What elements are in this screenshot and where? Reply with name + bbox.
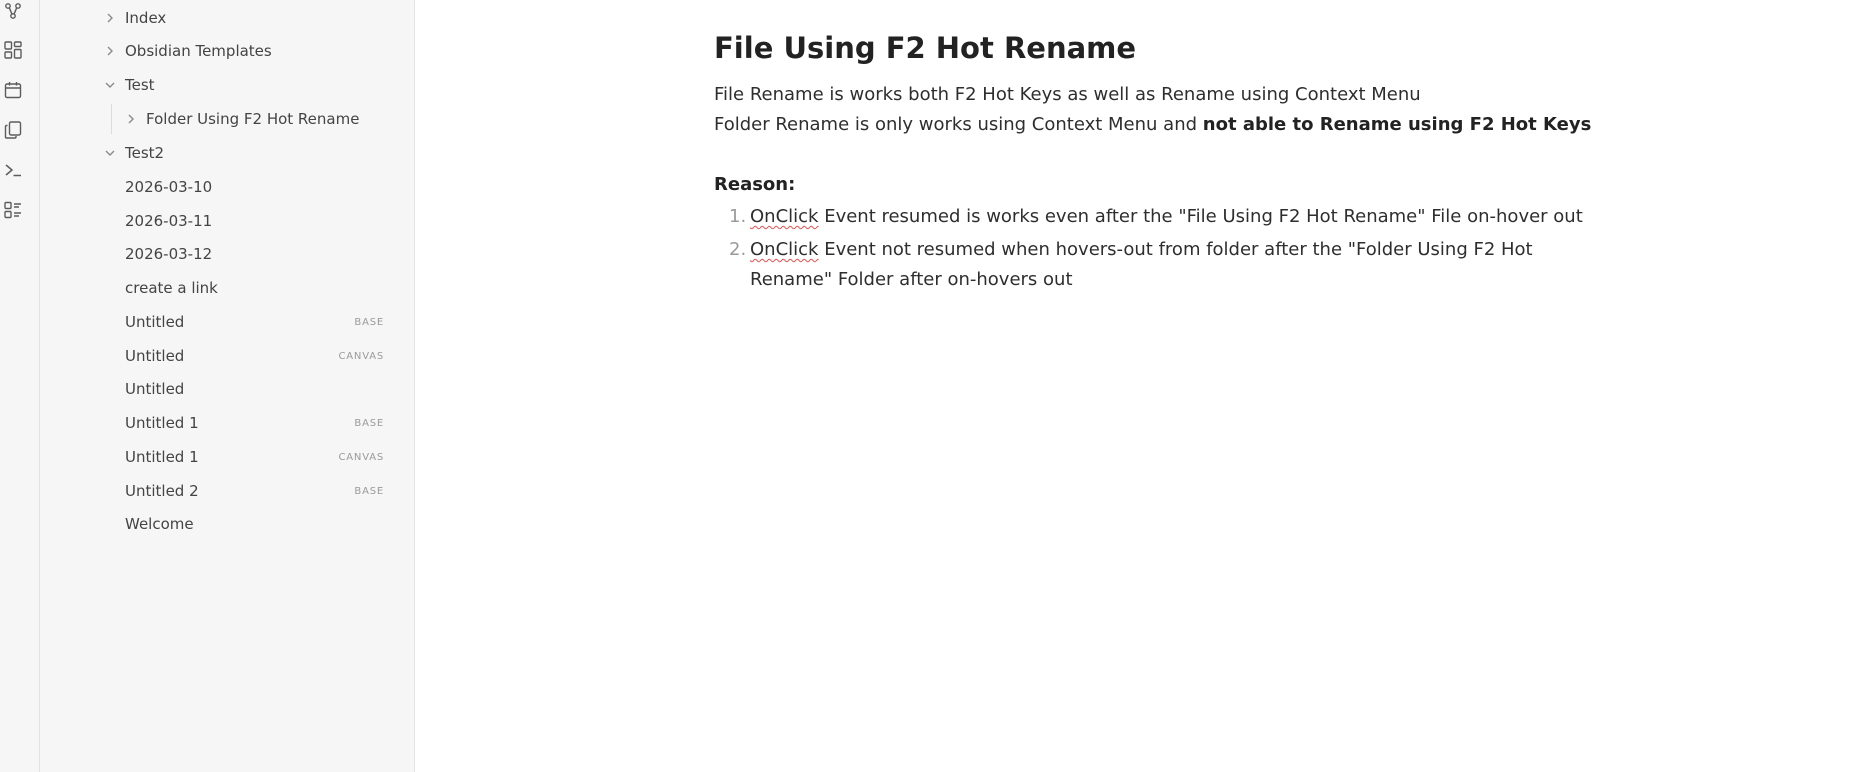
tree-item-label: Welcome bbox=[125, 515, 194, 533]
file-item[interactable]: Untitled BASE bbox=[40, 308, 406, 336]
reason-heading-text: Reason: bbox=[714, 174, 796, 195]
file-item[interactable]: Welcome bbox=[40, 510, 406, 538]
tree-item-label: Index bbox=[125, 9, 167, 27]
obsidian-window: Index Obsidian Templates Test Folder Usi… bbox=[0, 0, 1860, 772]
file-type-badge: BASE bbox=[354, 316, 384, 328]
list-item[interactable]: 1. OnClick Event resumed is works even af… bbox=[714, 202, 1614, 232]
tree-item-label: Untitled bbox=[125, 347, 185, 365]
tree-item-label: Obsidian Templates bbox=[125, 42, 272, 60]
file-item[interactable]: create a link bbox=[40, 274, 406, 302]
list-item-text: Event not resumed when hovers-out from f… bbox=[750, 239, 1533, 290]
tree-item-label: Untitled 1 bbox=[125, 414, 199, 432]
paragraph-line-1[interactable]: File Rename is works both F2 Hot Keys as… bbox=[714, 80, 1614, 110]
paragraph-line-2[interactable]: Folder Rename is only works using Contex… bbox=[714, 110, 1614, 140]
list-number: 2. bbox=[729, 239, 747, 260]
file-item[interactable]: Untitled 1 BASE bbox=[40, 409, 406, 437]
tree-item-label: Test2 bbox=[125, 144, 165, 162]
tree-item-label: Test bbox=[125, 76, 155, 94]
chevron-right-icon[interactable] bbox=[103, 11, 117, 25]
tree-item-label: 2026-03-10 bbox=[125, 178, 213, 196]
file-item[interactable]: Untitled bbox=[40, 375, 406, 403]
list-item-text: Event resumed is works even after the "F… bbox=[818, 206, 1583, 227]
dashboard-icon[interactable] bbox=[3, 40, 23, 60]
tree-item-label: Untitled bbox=[125, 380, 185, 398]
misspelled-word[interactable]: OnClick bbox=[750, 239, 818, 260]
chevron-right-icon[interactable] bbox=[103, 44, 117, 58]
ribbon bbox=[0, 0, 40, 772]
list-number: 1. bbox=[729, 206, 747, 227]
list-view-icon[interactable] bbox=[3, 200, 23, 220]
folder-test[interactable]: Test bbox=[40, 71, 406, 99]
folder-obsidian-templates[interactable]: Obsidian Templates bbox=[40, 37, 406, 65]
calendar-icon[interactable] bbox=[3, 80, 23, 100]
file-item[interactable]: Untitled CANVAS bbox=[40, 342, 406, 370]
folder-index[interactable]: Index bbox=[40, 4, 406, 32]
file-item[interactable]: 2026-03-10 bbox=[40, 173, 406, 201]
file-item[interactable]: Untitled 2 BASE bbox=[40, 477, 406, 505]
file-explorer: Index Obsidian Templates Test Folder Usi… bbox=[40, 0, 415, 772]
tree-item-label: Folder Using F2 Hot Rename bbox=[146, 110, 360, 128]
tree-item-label: 2026-03-11 bbox=[125, 212, 213, 230]
file-item[interactable]: Untitled 1 CANVAS bbox=[40, 443, 406, 471]
file-item[interactable]: 2026-03-11 bbox=[40, 207, 406, 235]
tree-item-label: Untitled bbox=[125, 313, 185, 331]
reason-heading[interactable]: Reason: bbox=[714, 170, 1614, 200]
file-type-badge: CANVAS bbox=[338, 350, 384, 362]
tree-item-label: 2026-03-12 bbox=[125, 245, 213, 263]
tree-item-label: Untitled 1 bbox=[125, 448, 199, 466]
file-type-badge: CANVAS bbox=[338, 451, 384, 463]
line-2-bold-text: not able to Rename using F2 Hot Keys bbox=[1202, 114, 1592, 135]
graph-view-icon[interactable] bbox=[3, 2, 23, 22]
tree-item-label: Untitled 2 bbox=[125, 482, 199, 500]
file-type-badge: BASE bbox=[354, 417, 384, 429]
file-type-badge: BASE bbox=[354, 485, 384, 497]
file-item[interactable]: 2026-03-12 bbox=[40, 240, 406, 268]
line-2-text: Folder Rename is only works using Contex… bbox=[714, 114, 1203, 135]
chevron-down-icon[interactable] bbox=[103, 146, 117, 160]
folder-test2[interactable]: Test2 bbox=[40, 139, 406, 167]
copy-files-icon[interactable] bbox=[3, 120, 23, 140]
editor-pane[interactable]: File Using F2 Hot Rename File Rename is … bbox=[415, 0, 1860, 772]
terminal-icon[interactable] bbox=[3, 160, 23, 180]
note-content[interactable]: File Using F2 Hot Rename File Rename is … bbox=[714, 28, 1614, 298]
misspelled-word[interactable]: OnClick bbox=[750, 206, 818, 227]
folder-folder-using-f2-hot-rename[interactable]: Folder Using F2 Hot Rename bbox=[40, 105, 406, 133]
list-item[interactable]: 2. OnClick Event not resumed when hovers-… bbox=[714, 235, 1614, 295]
tree-item-label: create a link bbox=[125, 279, 218, 297]
note-title[interactable]: File Using F2 Hot Rename bbox=[714, 28, 1614, 68]
chevron-right-icon[interactable] bbox=[124, 112, 138, 126]
reason-list: 1. OnClick Event resumed is works even af… bbox=[714, 202, 1614, 295]
chevron-down-icon[interactable] bbox=[103, 78, 117, 92]
